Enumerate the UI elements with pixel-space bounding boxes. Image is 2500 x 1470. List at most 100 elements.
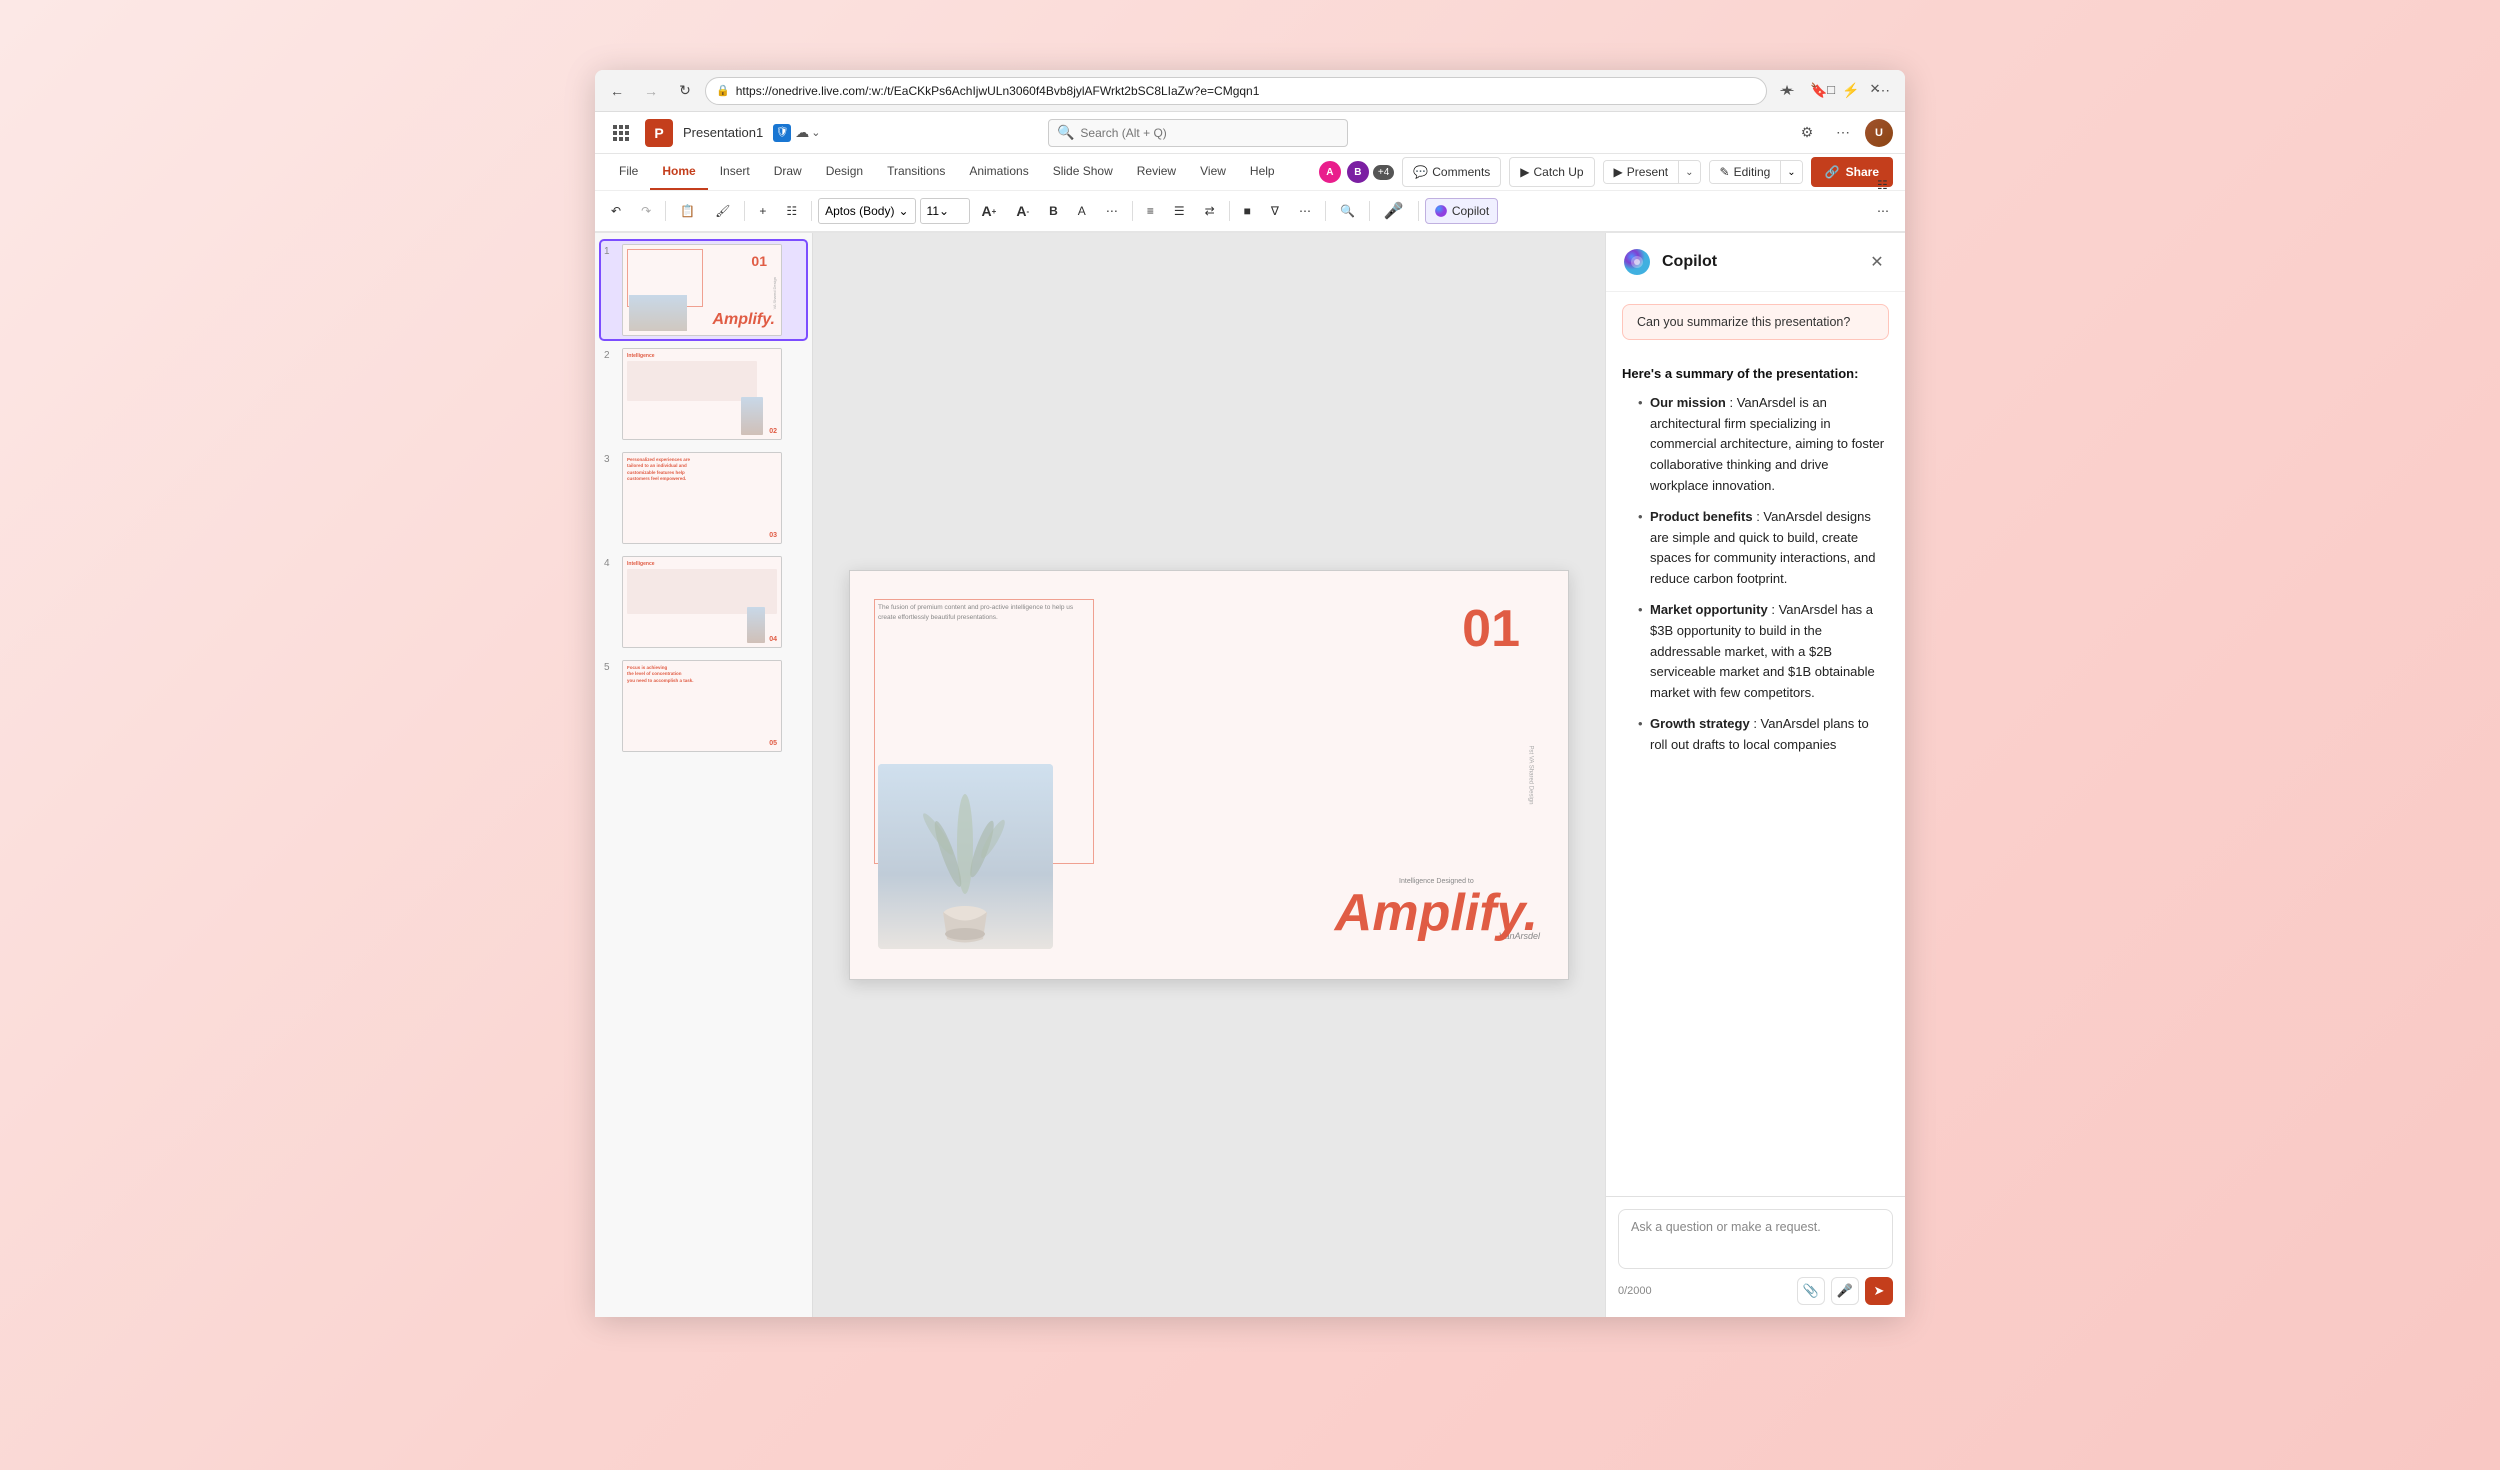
more-text-button[interactable]: ⋯ (1098, 198, 1126, 224)
font-selector[interactable]: Aptos (Body) ⌄ (818, 198, 915, 224)
slide-thumb-1[interactable]: 1 01 Amplify. VA Shared Design (601, 241, 806, 339)
close-window-button[interactable]: ✕ (1853, 74, 1897, 104)
catch-up-icon: ▶ (1520, 165, 1529, 179)
slide-vertical-text: Pst VA Shared Design (1528, 746, 1534, 805)
font-size-selector[interactable]: 11 ⌄ (920, 198, 970, 224)
slide-main: The fusion of premium content and pro-ac… (813, 233, 1605, 1317)
text-align-button[interactable]: ⇄ (1197, 198, 1223, 224)
copilot-title: Copilot (1662, 253, 1855, 271)
increase-font-button[interactable]: A+ (974, 198, 1005, 224)
slide-number-3: 3 (604, 454, 616, 465)
url-text: https://onedrive.live.com/:w:/t/EaCKkPs6… (736, 84, 1756, 98)
shapes-button[interactable]: ■ (1236, 198, 1259, 224)
tab-slide-show[interactable]: Slide Show (1041, 154, 1125, 190)
slide-thumb-2[interactable]: 2 Intelligence 02 (601, 345, 806, 443)
copilot-content: Here's a summary of the presentation: Ou… (1606, 352, 1905, 1196)
copilot-summary-list: Our mission : VanArsdel is an architectu… (1622, 393, 1889, 756)
tab-insert[interactable]: Insert (708, 154, 762, 190)
copilot-logo-icon (1622, 247, 1652, 277)
paste-button[interactable]: 📋 (672, 198, 703, 224)
minimize-button[interactable]: — (1765, 74, 1809, 104)
slide-thumb-4[interactable]: 4 Intelligence 04 (601, 553, 806, 651)
app-logo: P (645, 119, 673, 147)
slide-plant-image (878, 764, 1053, 949)
slide-preview-1: 01 Amplify. VA Shared Design (622, 244, 782, 336)
tab-animations[interactable]: Animations (957, 154, 1040, 190)
decrease-font-button[interactable]: A- (1008, 198, 1037, 224)
tab-home[interactable]: Home (650, 154, 707, 190)
settings-button[interactable]: ⚙ (1793, 119, 1821, 147)
font-color-button[interactable]: A (1070, 198, 1094, 224)
find-button[interactable]: 🔍 (1332, 198, 1363, 224)
save-status-badge[interactable]: ☁ ⌄ (795, 124, 820, 141)
copilot-attach-button[interactable]: 📎 (1797, 1277, 1825, 1305)
slide-thumb-5[interactable]: 5 Focus is achievingthe level of concent… (601, 657, 806, 755)
tab-design[interactable]: Design (814, 154, 875, 190)
copilot-send-button[interactable]: ➤ (1865, 1277, 1893, 1305)
forward-button[interactable]: → (637, 77, 665, 105)
user-avatar[interactable]: U (1865, 119, 1893, 147)
editing-icon: ✎ (1720, 165, 1730, 179)
tab-view[interactable]: View (1188, 154, 1238, 190)
maximize-button[interactable]: □ (1809, 74, 1853, 104)
more-format-button[interactable]: ⋯ (1291, 198, 1319, 224)
search-input[interactable] (1080, 126, 1339, 140)
tab-file[interactable]: File (607, 154, 650, 190)
editing-dropdown-button[interactable]: ⌄ (1780, 161, 1801, 183)
slide-preview-5: Focus is achievingthe level of concentra… (622, 660, 782, 752)
slide-layout-button[interactable]: ☷ (778, 198, 805, 224)
dictate-button[interactable]: 🎤 (1376, 198, 1412, 224)
copilot-bullet-4: Growth strategy : VanArsdel plans to rol… (1638, 714, 1889, 756)
tab-draw[interactable]: Draw (762, 154, 814, 190)
designer-button[interactable]: ☷ (1869, 172, 1896, 198)
copilot-bullet-3: Market opportunity : VanArsdel has a $3B… (1638, 600, 1889, 704)
collab-avatar-1[interactable]: A (1317, 159, 1343, 185)
redo-button[interactable]: ↷ (633, 198, 659, 224)
undo-button[interactable]: ↶ (603, 198, 629, 224)
font-name-label: Aptos (Body) (825, 204, 894, 218)
address-bar[interactable]: 🔒 https://onedrive.live.com/:w:/t/EaCKkP… (705, 77, 1767, 105)
editing-button-group: ✎ Editing ⌄ (1709, 160, 1803, 184)
tab-help[interactable]: Help (1238, 154, 1287, 190)
format-painter-button[interactable]: 🖌 (707, 198, 738, 224)
app-title: Presentation1 (683, 125, 763, 140)
tab-transitions[interactable]: Transitions (875, 154, 957, 190)
tab-review[interactable]: Review (1125, 154, 1188, 190)
refresh-button[interactable]: ↻ (671, 77, 699, 105)
new-slide-button[interactable]: + (751, 198, 774, 224)
arrange-button[interactable]: ∇ (1263, 198, 1287, 224)
slide-number-5: 5 (604, 662, 616, 673)
slide-preview-2: Intelligence 02 (622, 348, 782, 440)
lock-icon: 🔒 (716, 84, 730, 97)
copilot-toolbar-button[interactable]: Copilot (1425, 198, 1498, 224)
more-right-button[interactable]: ⋯ (1869, 198, 1897, 224)
slide-amplify-big: Amplify. (1335, 887, 1538, 939)
comments-button[interactable]: 💬 Comments (1402, 157, 1501, 187)
numbered-list-button[interactable]: ☰ (1166, 198, 1193, 224)
slide-preview-4: Intelligence 04 (622, 556, 782, 648)
collab-avatar-count[interactable]: +4 (1373, 165, 1394, 180)
slide-thumb-3[interactable]: 3 Personalized experiences aretailored t… (601, 449, 806, 547)
copilot-close-button[interactable]: ✕ (1865, 250, 1889, 274)
copilot-input[interactable]: Ask a question or make a request. (1618, 1209, 1893, 1269)
catch-up-button[interactable]: ▶ Catch Up (1509, 157, 1594, 187)
copilot-mic-button[interactable]: 🎤 (1831, 1277, 1859, 1305)
collab-avatar-2[interactable]: B (1345, 159, 1371, 185)
editing-main-button[interactable]: ✎ Editing (1710, 161, 1781, 183)
bullets-button[interactable]: ≡ (1139, 198, 1162, 224)
search-icon: 🔍 (1057, 124, 1074, 141)
present-dropdown-button[interactable]: ⌄ (1678, 161, 1699, 183)
collab-avatars: A B +4 (1317, 159, 1394, 185)
font-size-dropdown-icon: ⌄ (939, 204, 949, 218)
slide-canvas[interactable]: The fusion of premium content and pro-ac… (849, 570, 1569, 980)
present-main-button[interactable]: ▶ Present (1604, 161, 1679, 183)
app-grid-button[interactable] (607, 119, 635, 147)
more-options-button[interactable]: ⋯ (1829, 119, 1857, 147)
slide-number-display: 01 (1462, 603, 1520, 655)
bold-button[interactable]: B (1041, 198, 1066, 224)
back-button[interactable]: ← (603, 77, 631, 105)
copilot-suggestion-chip[interactable]: Can you summarize this presentation? (1622, 304, 1889, 340)
protected-badge: 🛡 (773, 124, 791, 142)
copilot-input-placeholder: Ask a question or make a request. (1631, 1220, 1821, 1234)
font-size-label: 11 (927, 204, 939, 218)
